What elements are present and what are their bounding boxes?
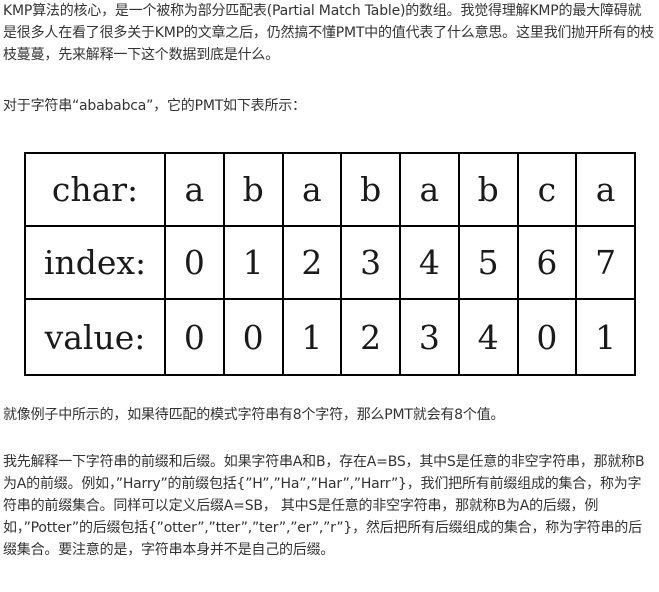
table-cell: 2 bbox=[342, 300, 401, 374]
table-cell: 0 bbox=[519, 300, 578, 374]
table-intro-paragraph: 对于字符串“abababca”，它的PMT如下表所示： bbox=[3, 98, 306, 114]
table-cell: b bbox=[460, 154, 519, 225]
row-header: value: bbox=[26, 300, 166, 374]
pmt-table: char: a b a b a b c a index: 0 1 2 3 4 5… bbox=[24, 152, 636, 376]
pmt-row-char: char: a b a b a b c a bbox=[26, 154, 634, 227]
table-cell: 4 bbox=[401, 227, 460, 298]
table-cell: 7 bbox=[595, 243, 617, 282]
table-cell: 4 bbox=[460, 300, 519, 374]
intro-paragraph: KMP算法的核心，是一个被称为部分匹配表(Partial Match Table… bbox=[3, 3, 654, 63]
table-cell: 1 bbox=[225, 227, 284, 298]
table-cell: 2 bbox=[284, 227, 343, 298]
table-cell: a bbox=[166, 154, 225, 225]
pmt-row-value: value: 0 0 1 2 3 4 0 1 bbox=[26, 300, 634, 374]
table-cell: 6 bbox=[519, 227, 578, 298]
row-header: index: bbox=[26, 227, 166, 298]
table-cell: 5 bbox=[460, 227, 519, 298]
table-cell: 0 bbox=[166, 300, 225, 374]
prefix-suffix-paragraph: 我先解释一下字符串的前缀和后缀。如果字符串A和B，存在A=BS，其中S是任意的非… bbox=[3, 454, 645, 558]
article-body: KMP算法的核心，是一个被称为部分匹配表(Partial Match Table… bbox=[0, 0, 659, 592]
table-cell: c bbox=[519, 154, 578, 225]
table-cell: a bbox=[401, 154, 460, 225]
table-cell: 0 bbox=[166, 227, 225, 298]
table-cell: 3 bbox=[401, 300, 460, 374]
table-cell: 1 bbox=[595, 317, 617, 357]
table-cell: a bbox=[595, 170, 616, 209]
table-cell: a bbox=[284, 154, 343, 225]
pmt-row-index: index: 0 1 2 3 4 5 6 7 bbox=[26, 227, 634, 300]
table-cell: b bbox=[225, 154, 284, 225]
table-cell: 3 bbox=[342, 227, 401, 298]
table-cell: 0 bbox=[225, 300, 284, 374]
after-table-paragraph: 就像例子中所示的，如果待匹配的模式字符串有8个字符，那么PMT就会有8个值。 bbox=[3, 407, 505, 423]
table-cell: b bbox=[342, 154, 401, 225]
table-cell: 1 bbox=[284, 300, 343, 374]
row-header: char: bbox=[26, 154, 166, 225]
